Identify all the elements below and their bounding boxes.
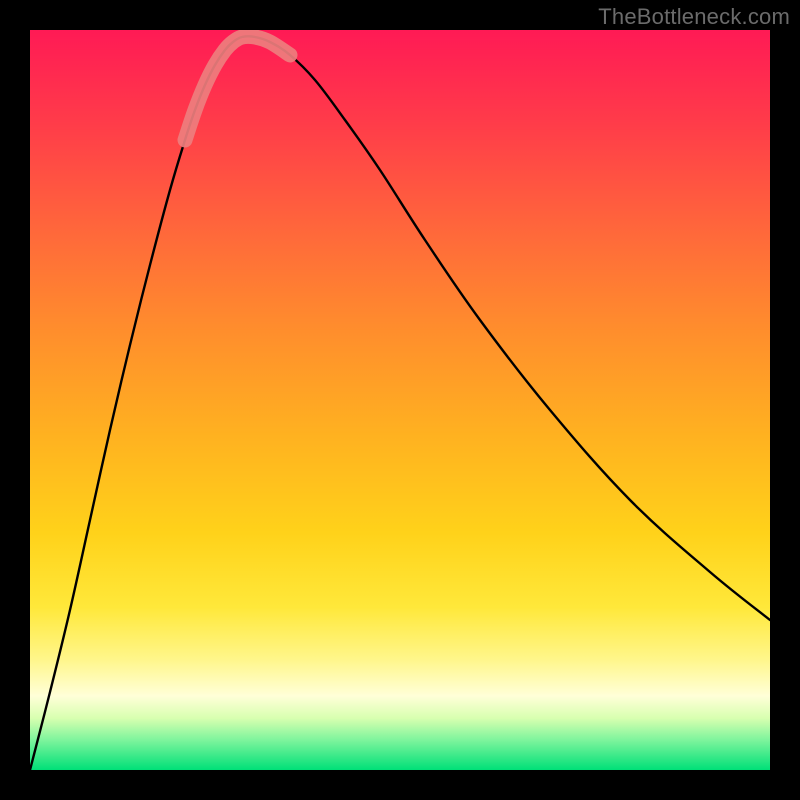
bottleneck-curve xyxy=(30,36,770,770)
plot-area xyxy=(30,30,770,770)
highlight-band xyxy=(185,36,290,140)
curve-svg xyxy=(30,30,770,770)
chart-frame: TheBottleneck.com xyxy=(0,0,800,800)
watermark-text: TheBottleneck.com xyxy=(598,4,790,30)
